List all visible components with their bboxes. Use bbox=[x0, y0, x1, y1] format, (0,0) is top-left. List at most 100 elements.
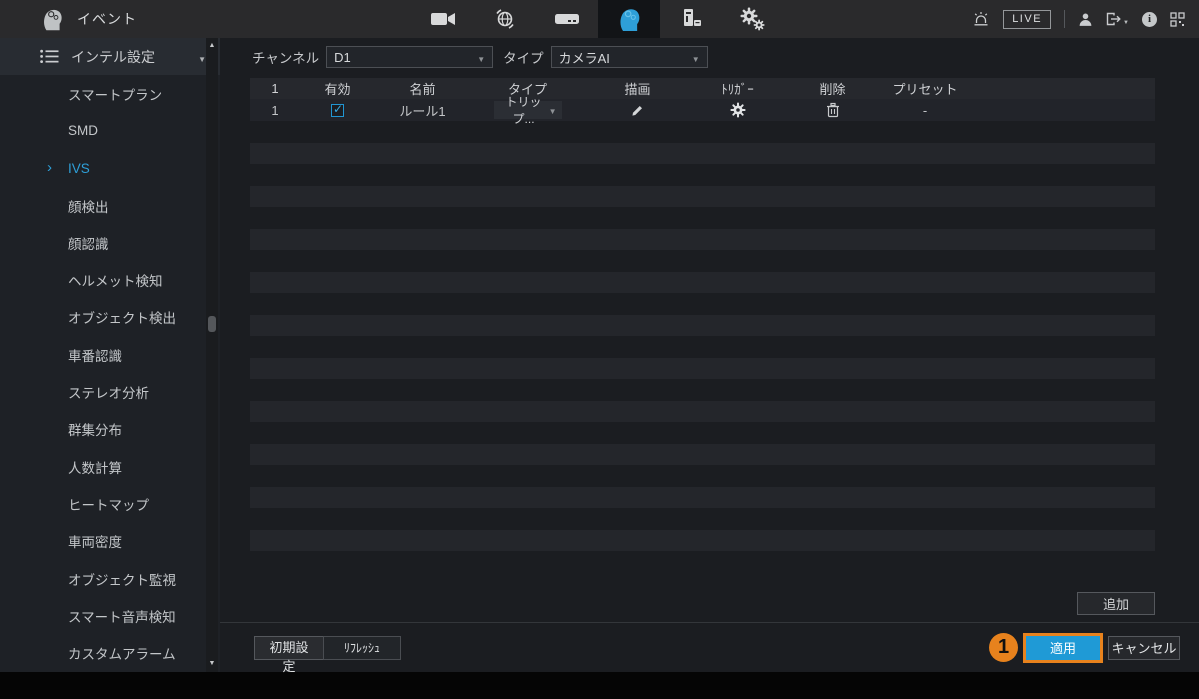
sidebar-item-anpr[interactable]: 車番認識 bbox=[0, 336, 210, 373]
nav-system[interactable] bbox=[660, 0, 722, 38]
annotation-step-badge: 1 bbox=[989, 633, 1018, 662]
logout-icon bbox=[1106, 12, 1122, 26]
logout-button[interactable] bbox=[1106, 12, 1129, 27]
rule-type-select[interactable]: トリップ... bbox=[494, 101, 562, 119]
sidebar-menu: スマートプラン SMD IVS 顔検出 顔認識 ヘルメット検知 オブジェクト検出… bbox=[0, 75, 210, 672]
table-row bbox=[250, 207, 1155, 229]
sidebar-item-ivs[interactable]: IVS bbox=[0, 150, 210, 187]
nav-storage[interactable] bbox=[536, 0, 598, 38]
rule-type-value: トリップ... bbox=[499, 93, 549, 127]
table-row bbox=[250, 315, 1155, 337]
channel-value: D1 bbox=[334, 50, 351, 65]
nav-ai-event[interactable] bbox=[598, 0, 660, 38]
table-row bbox=[250, 444, 1155, 466]
sidebar-header[interactable]: インテル設定 bbox=[0, 38, 220, 75]
cancel-button[interactable]: キャンセル bbox=[1108, 636, 1180, 660]
sidebar-scrollbar[interactable] bbox=[206, 38, 218, 672]
sidebar-item-label: 車両密度 bbox=[68, 531, 122, 551]
sidebar-item-smd[interactable]: SMD bbox=[0, 112, 210, 149]
topbar-right: LIVE i bbox=[972, 0, 1185, 38]
sidebar-item-label: ヘルメット検知 bbox=[68, 270, 163, 290]
live-button[interactable]: LIVE bbox=[1003, 10, 1051, 29]
type-select[interactable]: カメラAI bbox=[551, 46, 708, 68]
sidebar-item-object-monitoring[interactable]: オブジェクト監視 bbox=[0, 560, 210, 597]
main-panel: チャンネル D1 タイプ カメラAI 1 有効 名前 タイプ 描画 ﾄﾘｶﾞｰ … bbox=[220, 38, 1199, 672]
delete-button[interactable] bbox=[826, 102, 840, 118]
alarm-button[interactable] bbox=[972, 11, 990, 28]
table-row bbox=[250, 293, 1155, 315]
sidebar-item-face-detection[interactable]: 顔検出 bbox=[0, 187, 210, 224]
info-button[interactable]: i bbox=[1142, 12, 1157, 27]
storage-icon bbox=[554, 11, 580, 27]
draw-button[interactable] bbox=[630, 103, 645, 118]
default-settings-button[interactable]: 初期設定 bbox=[254, 636, 324, 660]
table-row bbox=[250, 487, 1155, 509]
pencil-icon bbox=[630, 103, 645, 118]
user-icon bbox=[1078, 12, 1093, 27]
col-header-draw: 描画 bbox=[585, 79, 690, 98]
sidebar-item-label: カスタムアラーム bbox=[68, 643, 176, 663]
sidebar-header-label: インテル設定 bbox=[71, 47, 155, 67]
refresh-button[interactable]: ﾘﾌﾚｯｼｭ bbox=[323, 636, 401, 660]
sidebar-item-smart-plan[interactable]: スマートプラン bbox=[0, 75, 210, 112]
scroll-down-icon[interactable] bbox=[206, 658, 218, 670]
sidebar-item-people-counting[interactable]: 人数計算 bbox=[0, 448, 210, 485]
col-header-delete: 削除 bbox=[785, 79, 880, 98]
enabled-checkbox[interactable] bbox=[331, 104, 344, 117]
topbar: イベント bbox=[0, 0, 1199, 38]
annotation-highlight-box: 適用 bbox=[1023, 633, 1103, 663]
sidebar-item-label: オブジェクト監視 bbox=[68, 569, 176, 589]
sidebar-item-helmet-detection[interactable]: ヘルメット検知 bbox=[0, 261, 210, 298]
sidebar-item-heat-map[interactable]: ヒートマップ bbox=[0, 485, 210, 522]
qr-code-button[interactable] bbox=[1170, 12, 1185, 27]
topbar-separator bbox=[1064, 10, 1065, 28]
qr-code-icon bbox=[1170, 12, 1185, 27]
trigger-button[interactable] bbox=[730, 102, 746, 118]
table-row bbox=[250, 272, 1155, 294]
table-row bbox=[250, 336, 1155, 358]
sidebar-item-label: SMD bbox=[68, 123, 98, 138]
sidebar-item-stereo-analysis[interactable]: ステレオ分析 bbox=[0, 373, 210, 410]
sidebar-item-object-detection[interactable]: オブジェクト検出 bbox=[0, 299, 210, 336]
nav-camera[interactable] bbox=[412, 0, 474, 38]
channel-label: チャンネル bbox=[252, 47, 319, 67]
sidebar-item-crowd-distribution[interactable]: 群集分布 bbox=[0, 411, 210, 448]
sidebar-item-label: IVS bbox=[68, 161, 90, 176]
sidebar-item-custom-alarm[interactable]: カスタムアラーム bbox=[0, 634, 210, 671]
preset-value: - bbox=[880, 103, 970, 118]
scrollbar-thumb[interactable] bbox=[208, 316, 216, 332]
table-row bbox=[250, 121, 1155, 143]
table-row bbox=[250, 164, 1155, 186]
table-row bbox=[250, 143, 1155, 165]
sidebar-item-smart-audio-detection[interactable]: スマート音声検知 bbox=[0, 597, 210, 634]
user-button[interactable] bbox=[1078, 12, 1093, 27]
rule-name: ルール1 bbox=[375, 101, 470, 120]
filter-controls: チャンネル D1 タイプ カメラAI bbox=[252, 46, 708, 68]
scroll-up-icon[interactable] bbox=[206, 40, 218, 52]
table-row bbox=[250, 508, 1155, 530]
table-row bbox=[250, 229, 1155, 251]
settings-icon bbox=[740, 7, 766, 31]
col-header-index: 1 bbox=[250, 81, 300, 96]
table-row bbox=[250, 379, 1155, 401]
sidebar-item-label: 群集分布 bbox=[68, 419, 122, 439]
channel-select[interactable]: D1 bbox=[326, 46, 493, 68]
sidebar-item-label: ヒートマップ bbox=[68, 494, 149, 514]
collapse-arrow-icon bbox=[198, 49, 206, 65]
sidebar-item-label: スマート音声検知 bbox=[68, 606, 176, 626]
table-row bbox=[250, 401, 1155, 423]
add-button[interactable]: 追加 bbox=[1077, 592, 1155, 615]
info-icon: i bbox=[1142, 12, 1157, 27]
sidebar-item-vehicle-density[interactable]: 車両密度 bbox=[0, 523, 210, 560]
table-row bbox=[250, 551, 1155, 573]
footer-bar: 初期設定 ﾘﾌﾚｯｼｭ 1 適用 キャンセル bbox=[220, 622, 1199, 672]
sidebar-item-face-recognition[interactable]: 顔認識 bbox=[0, 224, 210, 261]
gear-icon bbox=[730, 102, 746, 118]
table-row bbox=[250, 186, 1155, 208]
nav-network[interactable] bbox=[474, 0, 536, 38]
type-label: タイプ bbox=[503, 47, 544, 67]
apply-button[interactable]: 適用 bbox=[1026, 636, 1100, 660]
ai-face-icon bbox=[617, 6, 641, 32]
nav-settings[interactable] bbox=[722, 0, 784, 38]
trash-icon bbox=[826, 102, 840, 118]
